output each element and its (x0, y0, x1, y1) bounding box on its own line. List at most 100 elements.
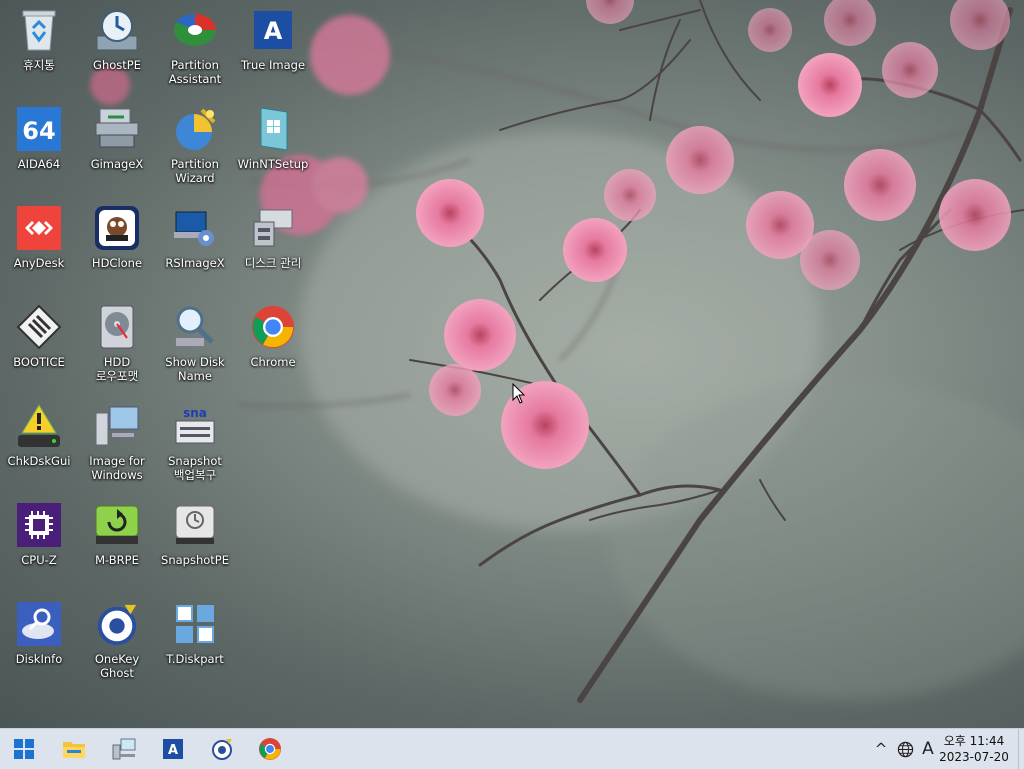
rsimagex-icon (171, 204, 219, 252)
start-button[interactable] (0, 729, 48, 769)
ime-label: A (922, 739, 934, 759)
ghost-drive-icon (93, 6, 141, 54)
desktop-icon-disk-management[interactable]: 디스크 관리 (234, 198, 312, 288)
desktop-icon-label: Snapshot 백업복구 (168, 454, 222, 482)
desktop-icon-label: RSImageX (165, 256, 225, 270)
winntsetup-icon (249, 105, 297, 153)
desktop-icon-label: 디스크 관리 (244, 256, 302, 270)
chrome-taskbar-button[interactable] (246, 729, 294, 769)
chrome-icon (259, 738, 281, 760)
snapshotpe-icon (171, 501, 219, 549)
aida64-icon: 64 (15, 105, 63, 153)
onekey-ghost-icon (212, 739, 232, 760)
svg-text:sna: sna (183, 406, 207, 420)
desktop-icon-image-for-windows[interactable]: Image for Windows (78, 396, 156, 486)
system-clock[interactable]: 오후 11:44 2023-07-20 (938, 731, 1010, 767)
clock-date: 2023-07-20 (939, 750, 1009, 764)
onekey-ghost-button[interactable] (198, 729, 246, 769)
bootice-icon (15, 303, 63, 351)
m-brpe-icon (93, 501, 141, 549)
globe-icon (897, 741, 913, 757)
desktop-icon-snapshot-backup[interactable]: sna Snapshot 백업복구 (156, 396, 234, 486)
network-computer-icon (112, 738, 136, 760)
recycle-bin-icon (15, 6, 63, 54)
hdclone-icon (93, 204, 141, 252)
desktop-icon-t-diskpart[interactable]: T.Diskpart (156, 594, 234, 684)
anydesk-icon (15, 204, 63, 252)
desktop-icon-partition-assistant[interactable]: Partition Assistant (156, 0, 234, 90)
desktop-icon-label: Chrome (250, 355, 296, 369)
diskinfo-icon (15, 600, 63, 648)
file-explorer-icon (63, 742, 85, 758)
desktop-icon-diskinfo[interactable]: DiskInfo (0, 594, 78, 684)
desktop-icon-winntsetup[interactable]: WinNTSetup (234, 99, 312, 189)
tray-overflow-chevron[interactable]: ^ (870, 729, 892, 769)
desktop-icon-cpu-z[interactable]: CPU-Z (0, 495, 78, 585)
t-diskpart-icon (171, 600, 219, 648)
desktop-icon-label: ChkDskGui (7, 454, 71, 468)
chkdskgui-icon (15, 402, 63, 450)
svg-text:64: 64 (22, 117, 55, 145)
desktop-icon-label: M-BRPE (95, 553, 139, 567)
desktop-icon-rsimagex[interactable]: RSImageX (156, 198, 234, 288)
desktop-icon-chkdskgui[interactable]: ChkDskGui (0, 396, 78, 486)
desktop-icon-recycle-bin[interactable]: 휴지통 (0, 0, 78, 90)
partition-wizard-icon (171, 105, 219, 153)
desktop-icon-label: 휴지통 (23, 58, 55, 72)
desktop-icon-label: True Image (240, 58, 306, 72)
desktop-icon-ghost-drive[interactable]: GhostPE (78, 0, 156, 90)
desktop-icon-snapshotpe[interactable]: SnapshotPE (156, 495, 234, 585)
desktop-icon-label: BOOTICE (13, 355, 65, 369)
svg-text:A: A (264, 17, 283, 45)
chevron-up-icon: ^ (874, 740, 888, 758)
start-icon (14, 739, 34, 759)
desktop-icon-true-image[interactable]: A True Image (234, 0, 312, 90)
ime-indicator[interactable]: A (918, 729, 938, 769)
file-explorer-button[interactable] (50, 729, 98, 769)
desktop-icon-label: T.Diskpart (166, 652, 224, 666)
gimagex-icon (93, 105, 141, 153)
desktop-icon-label: Partition Assistant (168, 58, 222, 86)
chrome-icon (249, 303, 297, 351)
desktop-icon-label: Show Disk Name (165, 355, 225, 383)
cpu-z-icon (15, 501, 63, 549)
onekey-ghost-icon (93, 600, 141, 648)
desktop-icon-label: DiskInfo (15, 652, 63, 666)
network-tray-button[interactable] (894, 729, 916, 769)
desktop-icon-label: CPU-Z (21, 553, 57, 567)
desktop-icon-hdd-lowformat[interactable]: HDD 로우포맷 (78, 297, 156, 387)
show-disk-name-icon (171, 303, 219, 351)
desktop-icon-anydesk[interactable]: AnyDesk (0, 198, 78, 288)
snapshot-backup-icon: sna (171, 402, 219, 450)
network-computer-button[interactable] (100, 729, 148, 769)
desktop-icon-label: Image for Windows (89, 454, 145, 482)
taskbar: A ^ A 오후 11:44 2023-07-20 (0, 728, 1024, 769)
desktop-icon-label: GhostPE (93, 58, 141, 72)
desktop-icon-partition-wizard[interactable]: Partition Wizard (156, 99, 234, 189)
mouse-cursor-icon (512, 383, 526, 404)
image-for-windows-icon (93, 402, 141, 450)
hdd-lowformat-icon (93, 303, 141, 351)
desktop-icon-label: GimageX (90, 157, 144, 171)
desktop-icon-show-disk-name[interactable]: Show Disk Name (156, 297, 234, 387)
desktop-icon-label: HDClone (91, 256, 143, 270)
svg-text:A: A (168, 743, 178, 758)
desktop-icon-label: OneKey Ghost (94, 652, 140, 680)
desktop-icon-hdclone[interactable]: HDClone (78, 198, 156, 288)
show-desktop-button[interactable] (1018, 729, 1024, 769)
desktop-icon-label: SnapshotPE (161, 553, 229, 567)
acronis-button[interactable]: A (149, 729, 197, 769)
desktop-icon-label: AIDA64 (17, 157, 61, 171)
desktop-icon-bootice[interactable]: BOOTICE (0, 297, 78, 387)
desktop-icon-m-brpe[interactable]: M-BRPE (78, 495, 156, 585)
desktop-icon-label: HDD 로우포맷 (95, 355, 139, 383)
desktop-icon-onekey-ghost[interactable]: OneKey Ghost (78, 594, 156, 684)
desktop-icon-chrome[interactable]: Chrome (234, 297, 312, 387)
desktop-icon-gimagex[interactable]: GimageX (78, 99, 156, 189)
desktop-icon-aida64[interactable]: 64 AIDA64 (0, 99, 78, 189)
acronis-icon: A (163, 739, 183, 759)
true-image-icon: A (249, 6, 297, 54)
desktop-icon-label: WinNTSetup (237, 157, 309, 171)
partition-assistant-icon (171, 6, 219, 54)
clock-time: 오후 11:44 (943, 734, 1005, 748)
